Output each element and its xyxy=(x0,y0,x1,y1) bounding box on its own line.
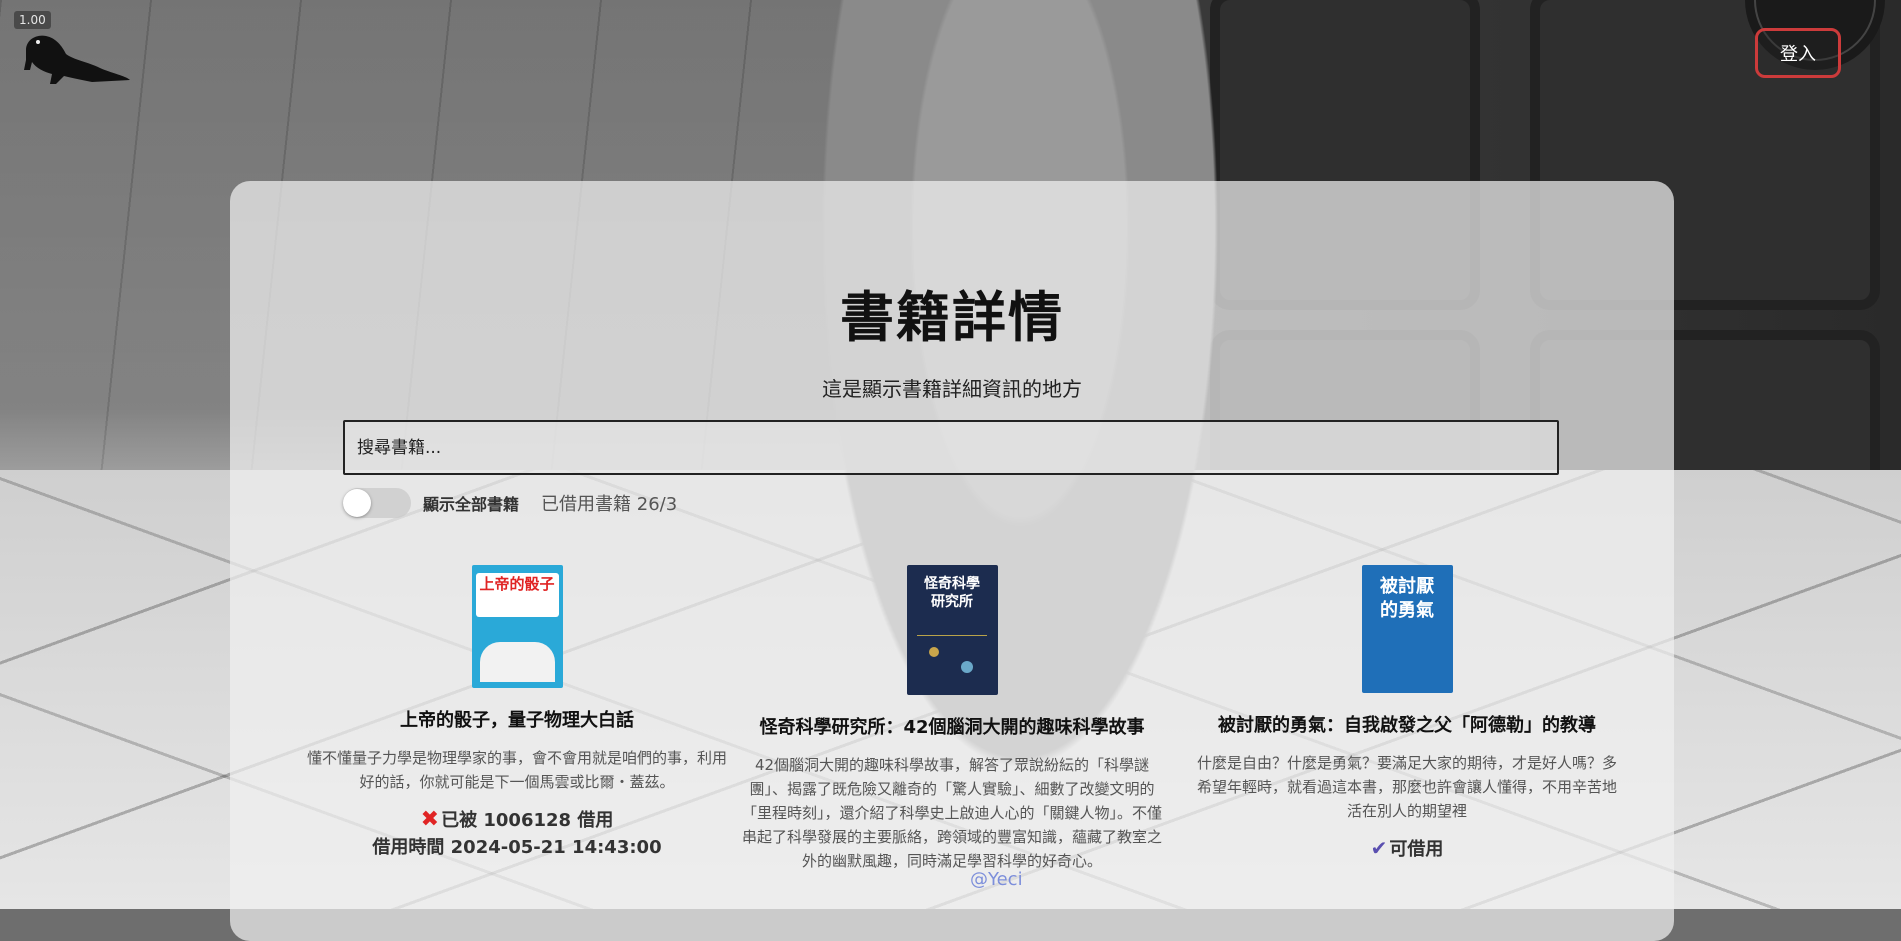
status-text: 可借用 xyxy=(1389,839,1444,860)
book-details-panel: 書籍詳情 這是顯示書籍詳細資訊的地方 顯示全部書籍 已借用書籍 26/3 上帝的… xyxy=(230,181,1674,941)
watermark: @Yeci xyxy=(970,869,1023,890)
logo[interactable] xyxy=(22,30,132,86)
book-description: 什麼是自由？什麼是勇氣？要滿足大家的期待，才是好人嗎？多希望年輕時，就看過這本書… xyxy=(1196,754,1617,820)
login-button[interactable]: 登入 xyxy=(1755,28,1841,78)
book-description: 懂不懂量子力學是物理學家的事，會不會用就是咱們的事，利用好的話，你就可能是下一個… xyxy=(306,749,727,791)
book-card[interactable]: 上帝的骰子 上帝的骰子，量子物理大白話 懂不懂量子力學是物理學家的事，會不會用就… xyxy=(297,565,737,861)
page-subtitle: 這是顯示書籍詳細資訊的地方 xyxy=(822,377,1082,401)
zoom-level-badge: 1.00 xyxy=(14,11,51,29)
book-title[interactable]: 上帝的骰子，量子物理大白話 xyxy=(297,706,737,732)
search-input[interactable] xyxy=(343,420,1559,475)
check-icon: ✔ xyxy=(1370,836,1388,860)
book-title[interactable]: 怪奇科學研究所：42個腦洞大開的趣味科學故事 xyxy=(732,713,1172,739)
book-card[interactable]: 被討厭的勇氣 被討厭的勇氣：自我啟發之父「阿德勒」的教導 什麼是自由？什麼是勇氣… xyxy=(1187,565,1627,863)
borrow-time: 借用時間 2024-05-21 14:43:00 xyxy=(372,837,662,858)
book-description: 42個腦洞大開的趣味科學故事，解答了眾說紛紜的「科學謎團」、揭露了既危險又離奇的… xyxy=(741,756,1162,870)
toggle-knob xyxy=(343,489,371,517)
book-status: ✔ 可借用 xyxy=(1187,835,1627,863)
borrowed-count: 已借用書籍 26/3 xyxy=(541,494,678,515)
filter-row: 顯示全部書籍 已借用書籍 26/3 xyxy=(343,485,677,521)
book-cover-image[interactable]: 上帝的骰子 xyxy=(471,565,563,688)
book-cover-image[interactable]: 被討厭的勇氣 xyxy=(1361,565,1453,693)
status-text: 已被 1006128 借用 xyxy=(441,810,614,831)
book-card[interactable]: 怪奇科學研究所 怪奇科學研究所：42個腦洞大開的趣味科學故事 42個腦洞大開的趣… xyxy=(732,565,1172,873)
show-all-books-toggle[interactable] xyxy=(343,488,411,518)
x-icon: ✖ xyxy=(420,807,440,832)
show-all-books-label: 顯示全部書籍 xyxy=(423,495,520,514)
book-status: ✖ 已被 1006128 借用 借用時間 2024-05-21 14:43:00 xyxy=(297,806,737,861)
book-cover-image[interactable]: 怪奇科學研究所 xyxy=(906,565,998,695)
marmot-logo-icon xyxy=(24,35,130,84)
page-title: 書籍詳情 xyxy=(840,286,1064,349)
book-title[interactable]: 被討厭的勇氣：自我啟發之父「阿德勒」的教導 xyxy=(1187,711,1627,737)
